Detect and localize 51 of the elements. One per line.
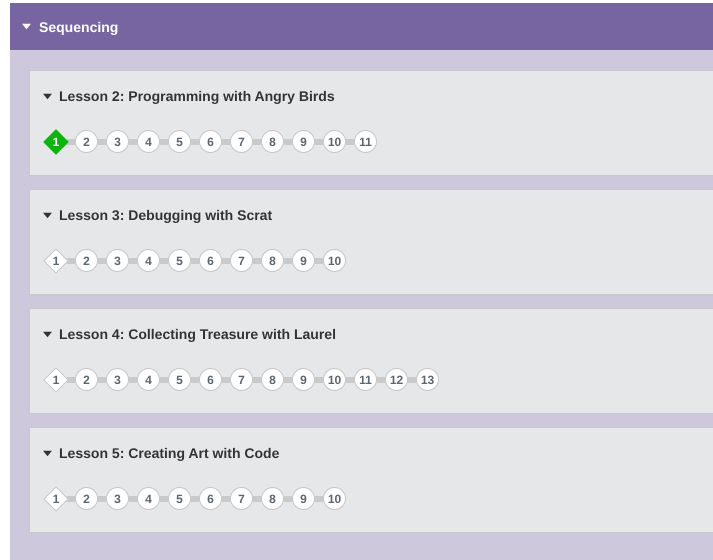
section-title: Sequencing: [39, 18, 118, 34]
level-bubble[interactable]: 8: [261, 249, 284, 272]
level-bubble[interactable]: 3: [106, 487, 129, 510]
lesson-title: Lesson 2: Programming with Angry Birds: [59, 88, 335, 104]
level-bubble[interactable]: 7: [230, 368, 253, 391]
level-bubble[interactable]: 9: [292, 249, 315, 272]
lesson-title: Lesson 4: Collecting Treasure with Laurel: [59, 326, 336, 342]
caret-down-icon[interactable]: [43, 210, 52, 220]
level-bubble[interactable]: 7: [230, 487, 253, 510]
level-bubble[interactable]: 4: [137, 487, 160, 510]
level-bubble[interactable]: 6: [199, 368, 222, 391]
level-bubble[interactable]: 3: [106, 368, 129, 391]
level-bubble[interactable]: 6: [199, 487, 222, 510]
level-bubble[interactable]: 9: [292, 487, 315, 510]
level-bubble[interactable]: 9: [292, 368, 315, 391]
level-bubble[interactable]: 2: [75, 368, 98, 391]
level-bubble[interactable]: 11: [354, 368, 377, 391]
caret-down-icon[interactable]: [43, 448, 52, 458]
level-bubble[interactable]: 3: [106, 249, 129, 272]
level-bubble[interactable]: 12: [385, 368, 408, 391]
lesson-title: Lesson 3: Debugging with Scrat: [59, 207, 272, 223]
caret-down-icon[interactable]: [43, 330, 52, 338]
level-bubble[interactable]: 5: [168, 368, 191, 391]
level-bubble[interactable]: 10: [323, 130, 346, 153]
level-bubble[interactable]: 2: [75, 249, 98, 272]
lesson-title: Lesson 5: Creating Art with Code: [59, 445, 280, 461]
caret-down-icon[interactable]: [22, 22, 31, 31]
level-bubble[interactable]: 8: [261, 368, 284, 391]
level-bubble[interactable]: 2: [75, 130, 98, 153]
level-bubble[interactable]: 5: [168, 130, 191, 153]
level-bubble[interactable]: 6: [199, 130, 222, 153]
level-bubble[interactable]: 5: [168, 249, 191, 272]
caret-down-icon[interactable]: [43, 92, 52, 100]
level-bubble[interactable]: 7: [230, 130, 253, 153]
level-bubble[interactable]: 4: [137, 249, 160, 272]
level-bubble[interactable]: 4: [137, 130, 160, 153]
section-header[interactable]: Sequencing: [10, 3, 713, 50]
level-bubble[interactable]: 13: [416, 368, 439, 391]
level-bubble[interactable]: 10: [323, 368, 346, 391]
level-bubble[interactable]: 5: [168, 487, 191, 510]
level-bubble[interactable]: 7: [230, 249, 253, 272]
level-bubble[interactable]: 4: [137, 368, 160, 391]
level-bubble[interactable]: 8: [261, 130, 284, 153]
level-bubble[interactable]: 3: [106, 130, 129, 153]
level-bubble[interactable]: 2: [75, 487, 98, 510]
level-bubble[interactable]: 6: [199, 249, 222, 272]
level-bubble[interactable]: 11: [354, 130, 377, 153]
level-bubble[interactable]: 8: [261, 487, 284, 510]
level-bubble[interactable]: 10: [323, 249, 346, 272]
level-bubble[interactable]: 9: [292, 130, 315, 153]
level-bubble[interactable]: 10: [323, 487, 346, 510]
